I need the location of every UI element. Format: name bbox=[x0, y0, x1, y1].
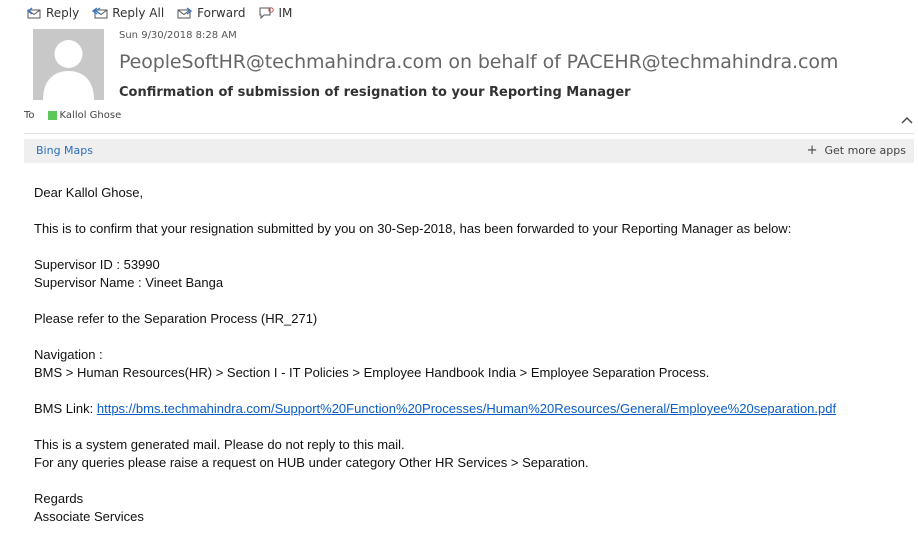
apps-bar: Bing Maps + Get more apps bbox=[24, 139, 914, 163]
signature: Associate Services bbox=[34, 509, 144, 524]
greeting: Dear Kallol Ghose, bbox=[34, 185, 144, 200]
reply-label: Reply bbox=[46, 6, 80, 20]
forward-label: Forward bbox=[197, 6, 246, 20]
recipient-name[interactable]: Kallol Ghose bbox=[60, 110, 122, 121]
system-generated-notice: This is a system generated mail. Please … bbox=[34, 437, 405, 452]
navigation-path: BMS > Human Resources(HR) > Section I - … bbox=[34, 365, 710, 380]
get-more-apps-label: Get more apps bbox=[824, 144, 906, 157]
sent-date: Sun 9/30/2018 8:28 AM bbox=[119, 30, 237, 41]
forward-button[interactable]: Forward bbox=[177, 6, 245, 20]
im-button[interactable]: IM bbox=[258, 6, 292, 20]
collapse-header-chevron-up-icon[interactable] bbox=[900, 114, 914, 126]
bing-maps-app[interactable]: Bing Maps bbox=[36, 144, 93, 157]
message-toolbar: Reply Reply All Forward IM bbox=[26, 4, 305, 22]
sender-line[interactable]: PeopleSoftHR@techmahindra.com on behalf … bbox=[119, 51, 838, 73]
instant-message-icon bbox=[259, 7, 275, 20]
reply-all-button[interactable]: Reply All bbox=[92, 6, 164, 20]
plus-icon: + bbox=[806, 143, 818, 158]
person-placeholder-icon bbox=[33, 29, 104, 100]
presence-indicator-icon bbox=[47, 111, 57, 120]
reply-icon bbox=[26, 7, 41, 19]
navigation-label: Navigation : bbox=[34, 347, 103, 362]
im-label: IM bbox=[278, 6, 293, 20]
queries-instructions: For any queries please raise a request o… bbox=[34, 455, 589, 470]
header-divider bbox=[24, 133, 914, 134]
get-more-apps-button[interactable]: + Get more apps bbox=[807, 144, 906, 157]
confirmation-text: This is to confirm that your resignation… bbox=[34, 221, 792, 236]
reply-button[interactable]: Reply bbox=[26, 6, 79, 20]
to-label: To bbox=[24, 110, 35, 121]
supervisor-id: Supervisor ID : 53990 bbox=[34, 257, 160, 272]
email-subject: Confirmation of submission of resignatio… bbox=[119, 85, 631, 100]
bms-link[interactable]: https://bms.techmahindra.com/Support%20F… bbox=[97, 401, 836, 416]
bms-link-line: BMS Link: https://bms.techmahindra.com/S… bbox=[34, 400, 836, 418]
forward-icon bbox=[177, 7, 193, 19]
separation-process-reference: Please refer to the Separation Process (… bbox=[34, 311, 318, 326]
recipients-row: To Kallol Ghose bbox=[24, 110, 121, 121]
reply-all-icon bbox=[92, 7, 108, 19]
sender-avatar bbox=[33, 29, 104, 100]
supervisor-name: Supervisor Name : Vineet Banga bbox=[34, 275, 224, 290]
bms-link-label: BMS Link: bbox=[34, 401, 97, 416]
regards: Regards bbox=[34, 491, 84, 506]
reply-all-label: Reply All bbox=[112, 6, 165, 20]
email-body: Dear Kallol Ghose, This is to confirm th… bbox=[34, 184, 836, 526]
